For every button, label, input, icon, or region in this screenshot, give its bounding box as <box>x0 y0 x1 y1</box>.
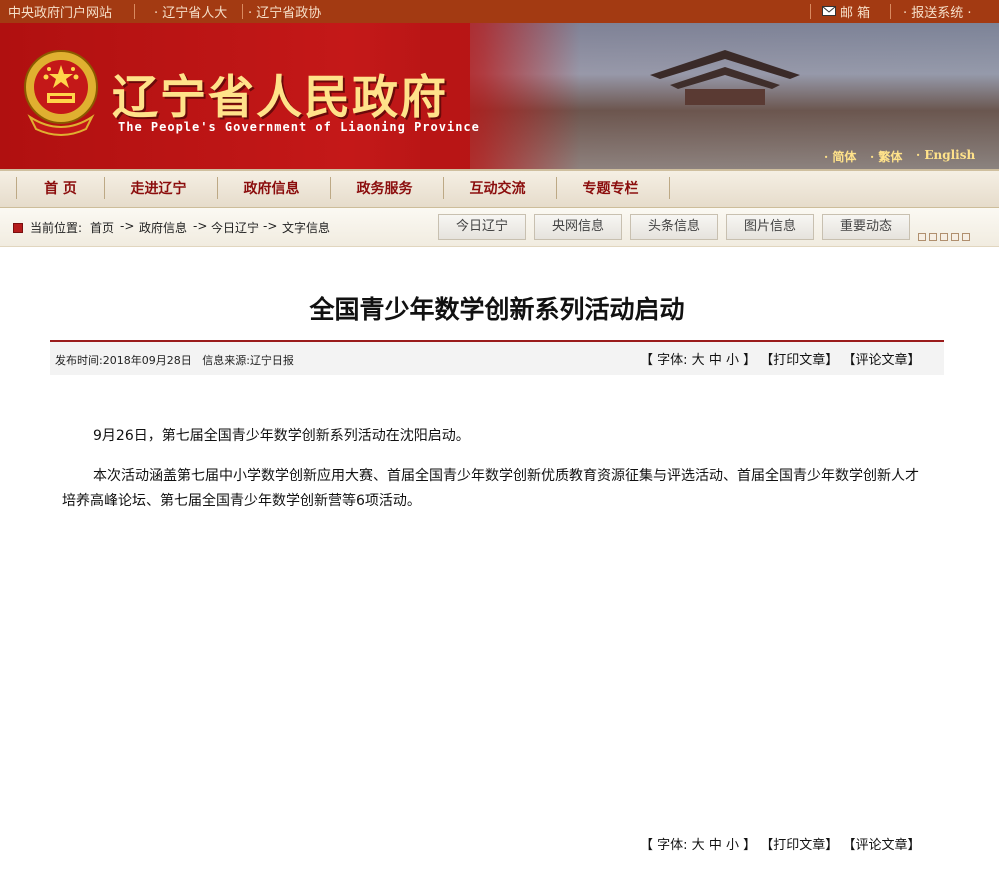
comment-article-button[interactable]: 【评论文章】 <box>842 353 920 368</box>
site-banner: 辽宁省人民政府 The People's Government of Liaon… <box>0 23 999 169</box>
article-controls-bottom: 【 字体: 大 中 小 】 【打印文章】 【评论文章】 <box>640 834 920 853</box>
tab-important-news[interactable]: 重要动态 <box>822 214 910 240</box>
print-article-button[interactable]: 【打印文章】 <box>760 838 838 853</box>
breadcrumb-label: 当前位置: <box>30 221 83 235</box>
divider <box>890 4 891 19</box>
top-link-central-gov[interactable]: 中央政府门户网站 <box>8 2 112 21</box>
source-label: 信息来源: <box>202 354 250 367</box>
pager-dot[interactable] <box>940 233 948 241</box>
breadcrumb-arrow: -> <box>193 219 208 233</box>
divider <box>810 4 811 19</box>
site-title-en: The People's Government of Liaoning Prov… <box>118 120 480 134</box>
top-link-cppcc[interactable]: · 辽宁省政协 <box>248 2 321 21</box>
breadcrumb-home[interactable]: 首页 <box>90 219 114 236</box>
pager-dot[interactable] <box>929 233 937 241</box>
print-article-button[interactable]: 【打印文章】 <box>760 353 838 368</box>
top-bar: 中央政府门户网站 · 辽宁省人大 · 辽宁省政协 邮 箱 · 报送系统 · <box>0 0 999 23</box>
tab-today-liaoning[interactable]: 今日辽宁 <box>438 214 526 240</box>
font-large-button[interactable]: 大 <box>692 838 705 853</box>
breadcrumb-today-liaoning[interactable]: 今日辽宁 <box>211 219 259 236</box>
nav-special-topics[interactable]: 专题专栏 <box>554 171 667 207</box>
nav-gov-info[interactable]: 政府信息 <box>215 171 328 207</box>
article-meta-info: 发布时间:2018年09月28日 信息来源:辽宁日报 <box>55 352 294 368</box>
article-controls-top: 【 字体: 大 中 小 】 【打印文章】 【评论文章】 <box>640 349 920 368</box>
lang-simplified[interactable]: · 简体 <box>824 148 856 165</box>
pager-dot[interactable] <box>951 233 959 241</box>
font-size-end: 】 <box>743 838 757 853</box>
article-paragraph: 本次活动涵盖第七届中小学数学创新应用大赛、首届全国青少年数学创新优质教育资源征集… <box>62 464 932 514</box>
font-medium-button[interactable]: 中 <box>709 838 722 853</box>
top-link-npc[interactable]: · 辽宁省人大 <box>154 2 227 21</box>
font-large-button[interactable]: 大 <box>692 353 705 368</box>
publish-label: 发布时间: <box>55 354 103 367</box>
paragraph-text: 本次活动涵盖第七届中小学数学创新应用大赛、首届全国青少年数学创新优质教育资源征集… <box>62 468 919 509</box>
source-value: 辽宁日报 <box>249 354 294 367</box>
nav-about-liaoning[interactable]: 走进辽宁 <box>102 171 215 207</box>
paragraph-text: 9月26日，第七届全国青少年数学创新系列活动在沈阳启动。 <box>93 428 470 444</box>
pager-dots[interactable] <box>918 226 973 245</box>
lang-english[interactable]: · English <box>916 148 975 162</box>
breadcrumb: 当前位置: 首页 -> 政府信息 -> 今日辽宁 -> 文字信息 今日辽宁 央网… <box>0 208 999 247</box>
divider <box>242 4 243 19</box>
nav-divider <box>669 177 670 199</box>
mail-link[interactable]: 邮 箱 <box>840 2 870 21</box>
article-paragraph: 9月26日，第七届全国青少年数学创新系列活动在沈阳启动。 <box>62 424 932 449</box>
location-icon <box>13 223 23 233</box>
font-small-button[interactable]: 小 <box>726 353 739 368</box>
site-title-cn: 辽宁省人民政府 <box>112 70 448 124</box>
font-size-label: 【 字体: <box>640 353 688 368</box>
mail-icon[interactable] <box>822 4 836 16</box>
font-size-end: 】 <box>743 353 757 368</box>
lang-traditional[interactable]: · 繁体 <box>870 148 902 165</box>
font-medium-button[interactable]: 中 <box>709 353 722 368</box>
font-size-label: 【 字体: <box>640 838 688 853</box>
national-emblem-icon[interactable] <box>22 45 100 137</box>
publish-date: 2018年09月28日 <box>102 354 192 367</box>
report-system-link[interactable]: · 报送系统 · <box>903 2 972 21</box>
divider <box>134 4 135 19</box>
breadcrumb-gov-info[interactable]: 政府信息 <box>139 219 187 236</box>
pager-dot[interactable] <box>918 233 926 241</box>
tab-central-info[interactable]: 央网信息 <box>534 214 622 240</box>
nav-interaction[interactable]: 互动交流 <box>441 171 554 207</box>
nav-gov-services[interactable]: 政务服务 <box>328 171 441 207</box>
breadcrumb-text-info[interactable]: 文字信息 <box>282 219 330 236</box>
tab-headline-info[interactable]: 头条信息 <box>630 214 718 240</box>
palace-roof-illustration <box>650 50 800 105</box>
font-small-button[interactable]: 小 <box>726 838 739 853</box>
pager-dot[interactable] <box>962 233 970 241</box>
article-title: 全国青少年数学创新系列活动启动 <box>309 295 685 324</box>
nav-home[interactable]: 首 页 <box>4 171 117 207</box>
main-nav: 首 页 走进辽宁 政府信息 政务服务 互动交流 专题专栏 <box>0 169 999 208</box>
breadcrumb-arrow: -> <box>120 219 135 233</box>
comment-article-button[interactable]: 【评论文章】 <box>842 838 920 853</box>
breadcrumb-arrow: -> <box>263 219 278 233</box>
tab-photo-info[interactable]: 图片信息 <box>726 214 814 240</box>
